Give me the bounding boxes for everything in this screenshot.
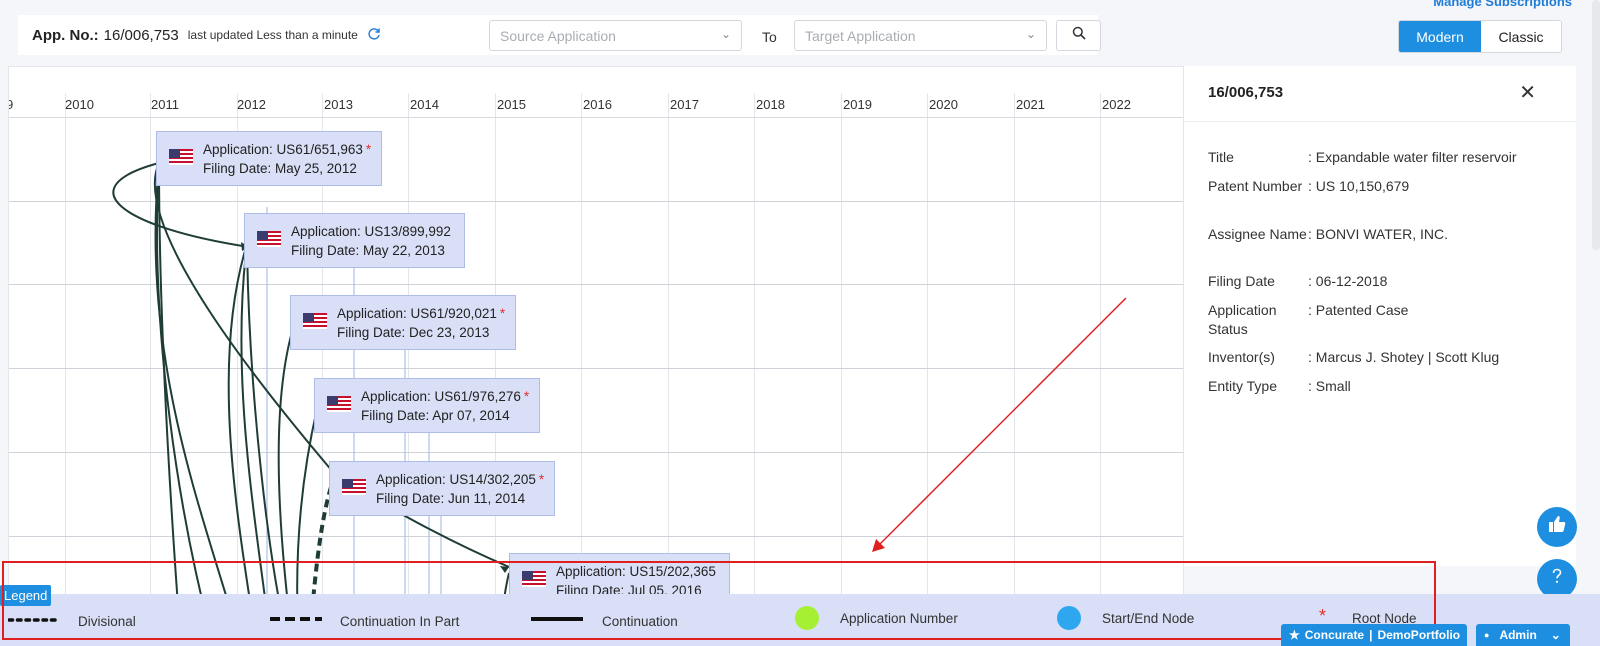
us-flag-icon bbox=[327, 396, 351, 412]
application-node[interactable]: Application: US13/899,992 Filing Date: M… bbox=[244, 213, 465, 268]
detail-value: : BONVI WATER, INC. bbox=[1308, 226, 1449, 242]
node-filing-date: Filing Date: May 22, 2013 bbox=[291, 243, 445, 258]
source-application-select[interactable]: Source Application ⌄ bbox=[489, 20, 742, 51]
root-node-marker: * bbox=[365, 142, 372, 157]
close-icon[interactable]: ✕ bbox=[1519, 80, 1536, 105]
detail-row-inventors: Inventor(s) : Marcus J. Shotey | Scott Kl… bbox=[1208, 348, 1568, 367]
page-scrollbar[interactable] bbox=[1592, 0, 1600, 250]
feedback-button[interactable] bbox=[1537, 507, 1577, 547]
root-node-marker: * bbox=[523, 389, 530, 404]
classic-view-button[interactable]: Classic bbox=[1481, 21, 1561, 52]
detail-key: Inventor(s) bbox=[1208, 349, 1275, 365]
chevron-down-icon: ⌄ bbox=[720, 27, 731, 41]
chevron-down-icon: ⌄ bbox=[1025, 27, 1036, 41]
search-icon bbox=[1072, 26, 1086, 45]
us-flag-icon bbox=[257, 231, 281, 247]
portfolio-switcher[interactable]: ★ Concurate | DemoPortfolio bbox=[1281, 624, 1467, 646]
refresh-icon[interactable] bbox=[367, 27, 381, 44]
target-application-select[interactable]: Target Application ⌄ bbox=[794, 20, 1047, 51]
concurate-label: Concurate bbox=[1304, 628, 1365, 642]
node-application-number: Application: US13/899,992 bbox=[291, 224, 451, 239]
status-dot-icon: ● bbox=[1484, 630, 1490, 640]
detail-key: Title bbox=[1208, 149, 1234, 165]
question-icon bbox=[1547, 566, 1567, 592]
annotation-highlight-box bbox=[2, 561, 1436, 640]
last-updated-text: last updated Less than a minute bbox=[187, 28, 358, 42]
detail-value: : Small bbox=[1308, 378, 1351, 394]
detail-key: Patent Number bbox=[1208, 178, 1303, 194]
view-toggle: Modern Classic bbox=[1398, 20, 1562, 53]
application-node[interactable]: Application: US61/651,963 * Filing Date: … bbox=[156, 131, 383, 186]
panel-divider bbox=[1184, 121, 1576, 122]
detail-row-filing-date: Filing Date : 06-12-2018 bbox=[1208, 272, 1568, 291]
root-node-marker: * bbox=[538, 472, 545, 487]
detail-row-assignee: Assignee Name: BONVI WATER, INC. bbox=[1208, 225, 1568, 244]
application-details-panel: 16/006,753 ✕ Title : Expandable water fil… bbox=[1184, 66, 1576, 566]
help-button[interactable] bbox=[1537, 559, 1577, 599]
source-application-placeholder: Source Application bbox=[500, 27, 616, 44]
search-button[interactable] bbox=[1056, 20, 1101, 51]
node-application-number: Application: US61/920,021 bbox=[337, 306, 497, 321]
detail-row-title: Title : Expandable water filter reservoir bbox=[1208, 148, 1568, 167]
to-label: To bbox=[762, 29, 777, 45]
thumbs-up-icon bbox=[1547, 514, 1567, 540]
portfolio-label: DemoPortfolio bbox=[1377, 628, 1461, 642]
detail-value: : Expandable water filter reservoir bbox=[1308, 149, 1517, 165]
detail-key: Application Status bbox=[1208, 302, 1277, 337]
node-application-number: Application: US61/976,276 bbox=[361, 389, 521, 404]
app-no-value: 16/006,753 bbox=[103, 26, 179, 44]
modern-view-button[interactable]: Modern bbox=[1399, 21, 1481, 52]
detail-row-patent-number: Patent Number : US 10,150,679 bbox=[1208, 177, 1568, 196]
node-filing-date: Filing Date: Dec 23, 2013 bbox=[337, 325, 490, 340]
manage-subscriptions-link[interactable]: Manage Subscriptions bbox=[1433, 0, 1572, 9]
detail-key: Assignee Name bbox=[1208, 226, 1307, 242]
node-filing-date: Filing Date: May 25, 2012 bbox=[203, 161, 357, 176]
detail-value: : Marcus J. Shotey | Scott Klug bbox=[1308, 349, 1500, 365]
application-node[interactable]: Application: US61/920,021 * Filing Date: … bbox=[290, 295, 517, 350]
detail-row-status: Application Status : Patented Case bbox=[1208, 301, 1568, 339]
detail-value: : Patented Case bbox=[1308, 302, 1409, 318]
detail-row-entity-type: Entity Type : Small bbox=[1208, 377, 1568, 396]
node-filing-date: Filing Date: Jun 11, 2014 bbox=[376, 491, 526, 506]
footer-separator: | bbox=[1369, 628, 1373, 642]
target-application-placeholder: Target Application bbox=[805, 27, 916, 44]
detail-value: : 06-12-2018 bbox=[1308, 273, 1388, 289]
admin-label: Admin bbox=[1499, 628, 1537, 642]
admin-menu[interactable]: ● Admin ⌄ bbox=[1476, 624, 1570, 646]
app-no-label: App. No.: bbox=[32, 26, 99, 44]
family-timeline[interactable]: 9 2010 2011 2012 2013 2014 2015 2016 201… bbox=[8, 66, 1184, 646]
node-application-number: Application: US14/302,205 bbox=[376, 472, 536, 487]
application-node[interactable]: Application: US14/302,205 * Filing Date: … bbox=[329, 461, 556, 516]
chevron-down-icon: ⌄ bbox=[1550, 628, 1561, 642]
star-icon: ★ bbox=[1289, 628, 1300, 642]
application-node[interactable]: Application: US61/976,276 * Filing Date: … bbox=[314, 378, 541, 433]
detail-key: Filing Date bbox=[1208, 273, 1275, 289]
us-flag-icon bbox=[342, 479, 366, 495]
detail-value: : US 10,150,679 bbox=[1308, 178, 1410, 194]
node-application-number: Application: US61/651,963 bbox=[203, 142, 363, 157]
us-flag-icon bbox=[303, 313, 327, 329]
root-node-marker: * bbox=[499, 306, 506, 321]
us-flag-icon bbox=[169, 149, 193, 165]
panel-title: 16/006,753 bbox=[1208, 84, 1284, 101]
detail-key: Entity Type bbox=[1208, 378, 1278, 394]
node-filing-date: Filing Date: Apr 07, 2014 bbox=[361, 408, 510, 423]
